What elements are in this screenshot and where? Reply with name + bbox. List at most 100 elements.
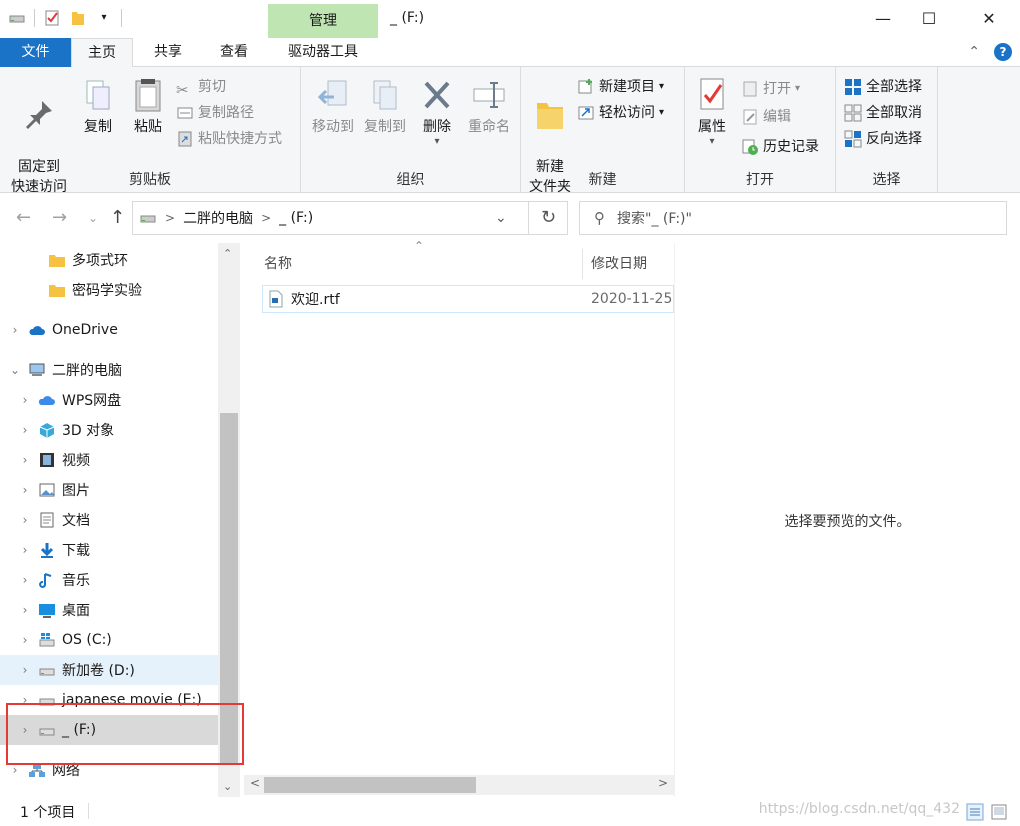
select-all-button[interactable]: 全部选择 — [844, 75, 922, 99]
watermark: https://blog.csdn.net/qq_432 — [758, 801, 960, 817]
refresh-button[interactable]: ↻ — [528, 201, 568, 235]
chevron-right-icon[interactable]: > — [165, 211, 175, 225]
select-none-button[interactable]: 全部取消 — [844, 101, 922, 125]
file-list-scrollbar-thumb[interactable] — [264, 777, 476, 793]
scroll-left-icon[interactable]: < — [250, 776, 260, 790]
chevron-down-icon: ▾ — [659, 81, 665, 92]
search-box[interactable]: ⚲ 搜索"_ (F:)" — [579, 201, 1007, 235]
chevron-right-icon[interactable]: › — [18, 573, 32, 587]
file-list-scrollbar[interactable]: < > — [244, 775, 674, 795]
film-icon — [40, 453, 54, 467]
desktop-icon — [39, 604, 55, 618]
scroll-up-icon[interactable]: ⌃ — [223, 247, 232, 260]
new-folder-icon — [537, 103, 563, 129]
paste-button[interactable]: 粘贴 — [126, 73, 170, 137]
edit-button[interactable]: 编辑 — [741, 105, 791, 129]
chevron-down-icon[interactable]: ⌄ — [495, 210, 507, 226]
divider — [34, 9, 35, 27]
sidebar-item[interactable]: › 文档 — [0, 505, 218, 535]
sidebar-item[interactable]: 多项式环 — [0, 245, 218, 275]
chevron-right-icon[interactable]: > — [261, 211, 271, 225]
sidebar-item[interactable]: › 3D 对象 — [0, 415, 218, 445]
chevron-down-icon[interactable]: ⌄ — [8, 363, 22, 377]
invert-selection-button[interactable]: 反向选择 — [844, 127, 922, 151]
copy-button[interactable]: 复制 — [76, 73, 120, 137]
copy-to-button[interactable]: 复制到 — [357, 73, 413, 137]
forward-arrow-icon[interactable]: → — [52, 207, 67, 228]
tab-file[interactable]: 文件 — [0, 38, 71, 67]
sidebar-item[interactable]: › WPS网盘 — [0, 385, 218, 415]
table-row[interactable]: 欢迎.rtf 2020-11-25 — [262, 285, 674, 313]
details-view-icon[interactable] — [966, 803, 984, 821]
chevron-right-icon[interactable]: › — [18, 603, 32, 617]
recent-locations-chevron-icon[interactable]: ⌄ — [88, 211, 98, 225]
manage-context-tab[interactable]: 管理 — [268, 4, 378, 38]
sidebar-item[interactable]: › OS (C:) — [0, 625, 218, 655]
new-folder-icon[interactable] — [69, 9, 87, 27]
chevron-right-icon[interactable]: › — [8, 323, 22, 337]
easy-access-button[interactable]: 轻松访问 ▾ — [577, 101, 664, 125]
column-header-name[interactable]: 名称 — [264, 247, 292, 281]
back-arrow-icon[interactable]: ← — [16, 207, 31, 228]
sidebar-item[interactable]: › 音乐 — [0, 565, 218, 595]
sidebar-item-label: 密码学实验 — [72, 283, 142, 299]
ribbon: 固定到 快速访问 复制 粘贴 ✂ 剪切 复制路径 粘贴快捷方式 剪贴板 移动到 — [0, 67, 1020, 195]
sidebar-item[interactable]: › 新加卷 (D:) — [0, 655, 218, 685]
rename-button[interactable]: 重命名 — [461, 73, 517, 137]
sidebar-item[interactable]: 密码学实验 — [0, 275, 218, 305]
close-button[interactable]: ✕ — [966, 0, 1012, 38]
sidebar-item[interactable]: ⌄ 二胖的电脑 — [0, 355, 218, 385]
tab-home[interactable]: 主页 — [71, 38, 133, 68]
copy-path-button[interactable]: 复制路径 — [176, 101, 254, 125]
large-icons-view-icon[interactable] — [990, 803, 1008, 821]
sidebar-item[interactable]: › 桌面 — [0, 595, 218, 625]
breadcrumb-drive[interactable]: _ (F:) — [279, 210, 313, 226]
status-bar: 1 个项目 https://blog.csdn.net/qq_432 — [0, 797, 1020, 826]
properties-button[interactable]: 属性 ▾ — [691, 73, 733, 147]
new-item-button[interactable]: 新建项目 ▾ — [577, 75, 664, 99]
chevron-right-icon[interactable]: › — [18, 513, 32, 527]
up-arrow-icon[interactable]: ↑ — [110, 207, 125, 228]
chevron-right-icon[interactable]: › — [18, 423, 32, 437]
minimize-button[interactable]: — — [860, 0, 906, 38]
sidebar-item[interactable]: › OneDrive — [0, 315, 218, 345]
move-to-button[interactable]: 移动到 — [305, 73, 361, 137]
chevron-up-icon[interactable]: ⌃ — [968, 44, 980, 60]
tab-view[interactable]: 查看 — [203, 38, 265, 67]
history-button[interactable]: 历史记录 — [741, 135, 819, 159]
maximize-button[interactable]: ☐ — [906, 0, 952, 38]
tab-share[interactable]: 共享 — [137, 38, 199, 67]
paste-shortcut-button[interactable]: 粘贴快捷方式 — [176, 127, 282, 151]
column-header-modified[interactable]: 修改日期 — [591, 247, 647, 281]
column-divider[interactable] — [582, 249, 583, 279]
chevron-right-icon[interactable]: › — [18, 453, 32, 467]
sidebar-item-label: OS (C:) — [62, 632, 112, 648]
tab-drive-tools[interactable]: 驱动器工具 — [268, 38, 378, 67]
chevron-right-icon[interactable]: › — [18, 483, 32, 497]
address-bar[interactable]: > 二胖的电脑 > _ (F:) ⌄ — [132, 201, 568, 235]
copy-to-icon — [373, 80, 397, 110]
chevron-right-icon[interactable]: › — [18, 663, 32, 677]
sidebar-item[interactable]: › 视频 — [0, 445, 218, 475]
chevron-right-icon[interactable]: › — [18, 633, 32, 647]
open-button[interactable]: 打开 ▾ — [741, 77, 800, 101]
chevron-down-icon: ▾ — [434, 136, 440, 147]
group-organize: 移动到 复制到 删除 ▾ 重命名 组织 — [301, 67, 521, 193]
properties-icon[interactable] — [43, 9, 61, 27]
help-icon[interactable]: ? — [994, 43, 1012, 61]
address-row: ← → ⌄ ↑ > 二胖的电脑 > _ (F:) ⌄ ↻ ⚲ 搜索"_ (F:)… — [0, 193, 1020, 243]
chevron-right-icon[interactable]: › — [18, 543, 32, 557]
sidebar-item[interactable]: › 图片 — [0, 475, 218, 505]
scroll-down-icon[interactable]: ⌄ — [223, 780, 232, 793]
breadcrumb-computer[interactable]: 二胖的电脑 — [183, 208, 253, 228]
chevron-right-icon[interactable]: › — [18, 393, 32, 407]
scroll-right-icon[interactable]: > — [658, 776, 668, 790]
drive-icon[interactable] — [8, 9, 26, 27]
search-placeholder: 搜索"_ (F:)" — [617, 211, 692, 227]
cut-button[interactable]: ✂ 剪切 — [176, 75, 226, 99]
delete-button[interactable]: 删除 ▾ — [417, 73, 457, 147]
sidebar-item[interactable]: › 下载 — [0, 535, 218, 565]
customize-toolbar-icon[interactable]: ▾ — [95, 9, 113, 27]
ribbon-right-controls: ⌃ ? — [968, 43, 1012, 61]
chevron-right-icon[interactable]: › — [8, 763, 22, 777]
